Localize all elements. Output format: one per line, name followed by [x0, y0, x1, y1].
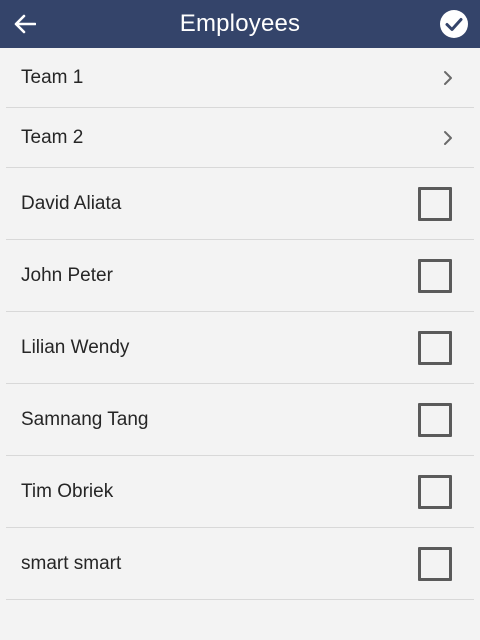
- employee-checkbox[interactable]: [418, 258, 452, 293]
- chevron-right-icon: [440, 70, 456, 86]
- employee-name: David Aliata: [21, 192, 122, 214]
- employee-row[interactable]: Tim Obriek: [6, 456, 474, 528]
- employee-name: smart smart: [21, 552, 122, 574]
- employee-name: Samnang Tang: [21, 408, 149, 430]
- chevron-right-icon: [440, 130, 456, 146]
- employee-name: Lilian Wendy: [21, 336, 130, 358]
- team-label: Team 2: [21, 126, 84, 148]
- employee-row[interactable]: Samnang Tang: [6, 384, 474, 456]
- team-row[interactable]: Team 1: [6, 48, 474, 108]
- employee-checkbox[interactable]: [418, 330, 452, 365]
- employee-row[interactable]: Lilian Wendy: [6, 312, 474, 384]
- employee-checkbox[interactable]: [418, 186, 452, 221]
- arrow-left-icon: [14, 14, 36, 34]
- team-row[interactable]: Team 2: [6, 108, 474, 168]
- employee-checkbox[interactable]: [418, 546, 452, 581]
- employee-row[interactable]: smart smart: [6, 528, 474, 600]
- employee-checkbox[interactable]: [418, 402, 452, 437]
- employee-name: John Peter: [21, 264, 113, 286]
- employee-name: Tim Obriek: [21, 480, 114, 502]
- employee-row[interactable]: David Aliata: [6, 168, 474, 240]
- employee-checkbox[interactable]: [418, 474, 452, 509]
- confirm-button[interactable]: [438, 8, 470, 40]
- employee-row[interactable]: John Peter: [6, 240, 474, 312]
- team-label: Team 1: [21, 66, 84, 88]
- back-button[interactable]: [10, 9, 40, 39]
- employee-list: Team 1 Team 2 David Aliata John Peter Li…: [6, 48, 474, 600]
- employees-screen: Employees Team 1 Team 2 David Aliata Joh…: [0, 0, 480, 640]
- check-circle-icon: [440, 10, 468, 38]
- app-header: Employees: [0, 0, 480, 48]
- page-title: Employees: [179, 10, 301, 37]
